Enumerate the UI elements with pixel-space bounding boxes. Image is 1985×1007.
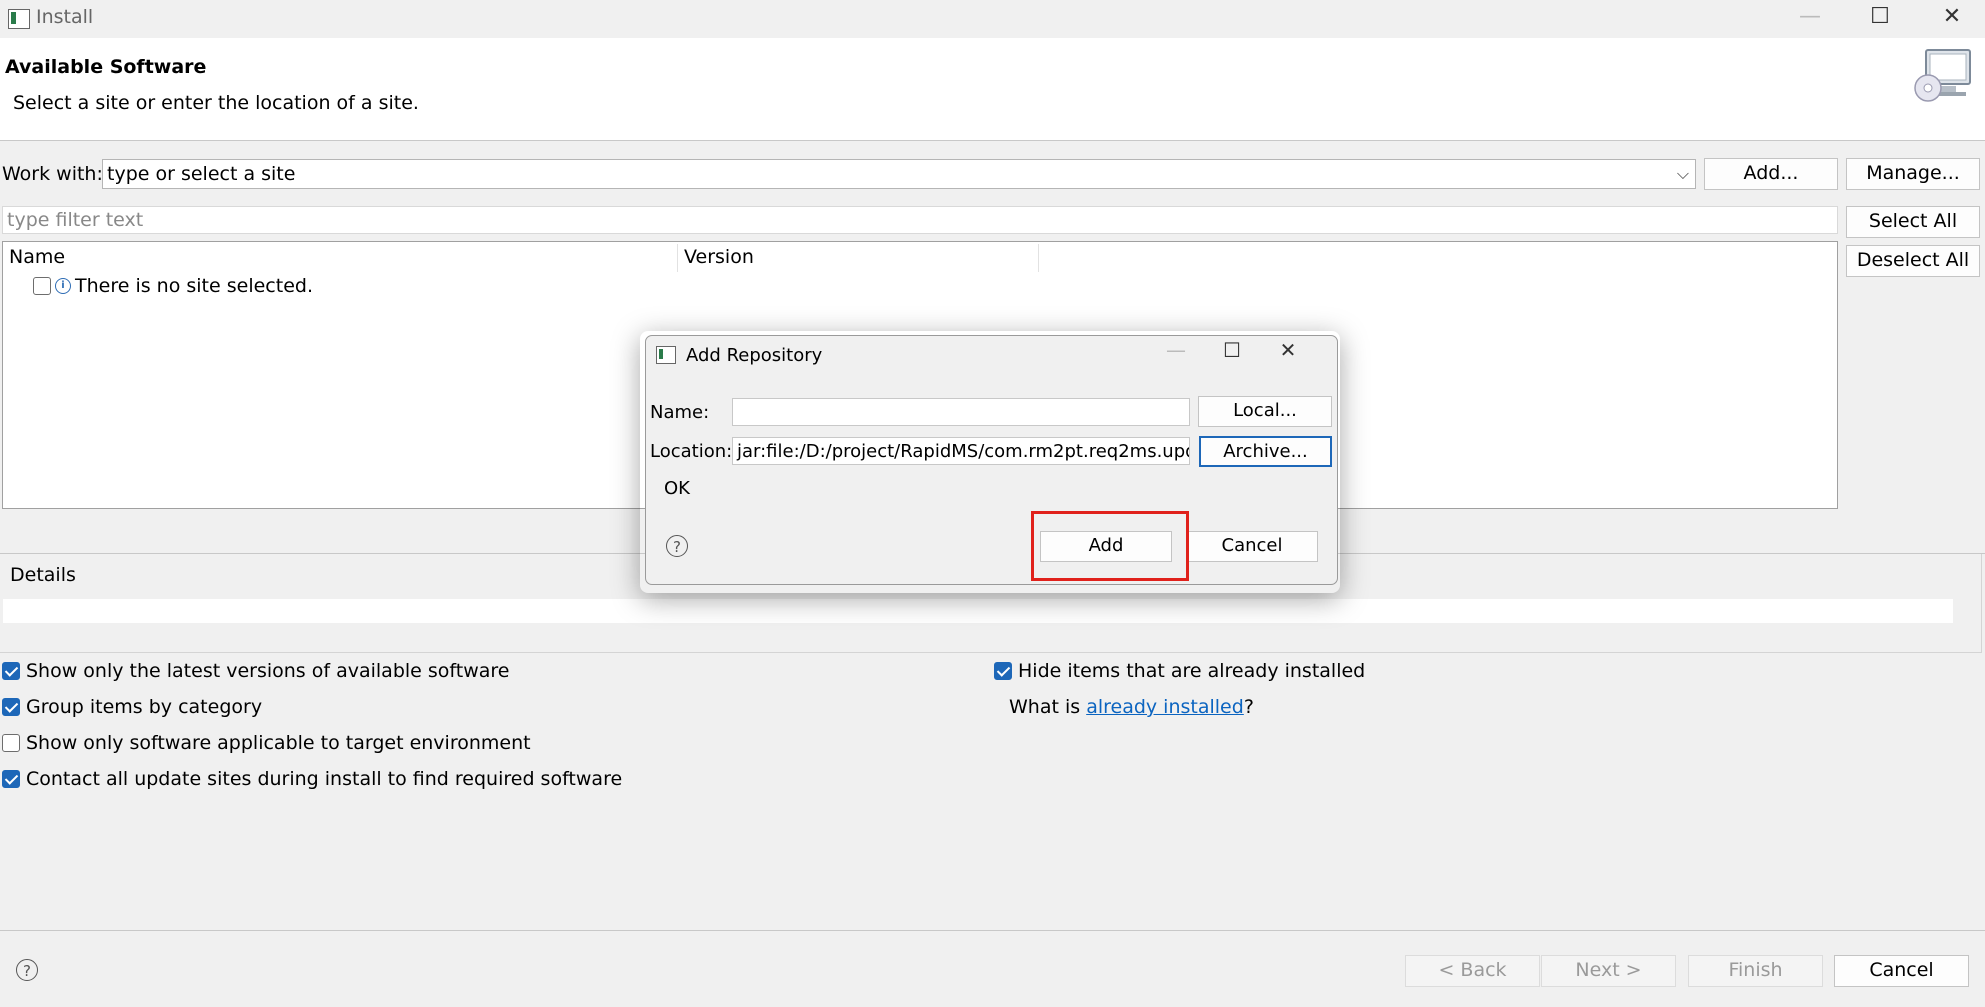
page-subtitle: Select a site or enter the location of a… (13, 92, 419, 114)
window-title: Install (36, 6, 94, 28)
app-icon (8, 9, 30, 29)
option-latest-versions[interactable]: Show only the latest versions of availab… (2, 660, 509, 682)
dialog-title: Add Repository (686, 345, 823, 366)
chevron-down-icon[interactable]: ⌵ (1677, 164, 1689, 184)
contact-sites-label: Contact all update sites during install … (26, 768, 623, 790)
option-group-by-category[interactable]: Group items by category (2, 696, 262, 718)
work-with-value: type or select a site (107, 163, 296, 185)
column-divider (1038, 244, 1039, 272)
work-with-combo[interactable]: type or select a site ⌵ (102, 159, 1696, 189)
highlight-box (1031, 511, 1189, 581)
minimize-icon[interactable]: — (1790, 4, 1830, 29)
dialog-status: OK (664, 478, 690, 499)
name-label: Name: (650, 402, 710, 423)
close-icon[interactable]: ✕ (1932, 4, 1972, 29)
group-by-category-label: Group items by category (26, 696, 263, 718)
hide-installed-label: Hide items that are already installed (1018, 660, 1366, 682)
already-installed-link[interactable]: already installed (1086, 696, 1244, 718)
tree-row-checkbox[interactable] (33, 277, 51, 295)
dialog-cancel-button[interactable]: Cancel (1186, 531, 1318, 562)
deselect-all-button[interactable]: Deselect All (1846, 245, 1980, 277)
back-button[interactable]: < Back (1405, 955, 1540, 987)
already-installed-line: What is already installed? (1009, 696, 1254, 718)
select-all-button[interactable]: Select All (1846, 206, 1980, 238)
maximize-icon[interactable]: ☐ (1860, 4, 1900, 29)
manage-sites-button[interactable]: Manage... (1846, 158, 1980, 190)
filter-input[interactable]: type filter text (2, 206, 1838, 234)
footer-divider (0, 930, 1985, 931)
info-icon: i (55, 278, 71, 294)
option-hide-installed[interactable]: Hide items that are already installed (994, 660, 1365, 682)
dialog-close-icon[interactable]: ✕ (1268, 338, 1308, 362)
add-repository-dialog: Add Repository — ☐ ✕ Name: Local... Loca… (645, 335, 1338, 585)
column-header-version[interactable]: Version (684, 246, 754, 268)
footer-cancel-button[interactable]: Cancel (1834, 955, 1969, 987)
dialog-app-icon (656, 346, 676, 364)
page-title: Available Software (5, 56, 207, 78)
details-label: Details (10, 564, 76, 586)
target-environment-label: Show only software applicable to target … (26, 732, 531, 754)
help-icon[interactable]: ? (16, 959, 38, 981)
archive-button[interactable]: Archive... (1199, 436, 1332, 467)
contact-sites-checkbox[interactable] (2, 770, 20, 788)
dialog-help-icon[interactable]: ? (666, 535, 688, 557)
local-button[interactable]: Local... (1198, 396, 1332, 427)
what-is-prefix: What is (1009, 696, 1087, 718)
group-by-category-checkbox[interactable] (2, 698, 20, 716)
add-site-button[interactable]: Add... (1704, 158, 1838, 190)
title-bar: Install — ☐ ✕ (0, 0, 1985, 38)
hide-installed-checkbox[interactable] (994, 662, 1012, 680)
wizard-header: Available Software Select a site or ente… (0, 38, 1985, 141)
option-contact-sites[interactable]: Contact all update sites during install … (2, 768, 622, 790)
finish-button[interactable]: Finish (1688, 955, 1823, 987)
work-with-label: Work with: (2, 163, 103, 185)
dialog-maximize-icon[interactable]: ☐ (1212, 338, 1252, 362)
tree-row[interactable]: i There is no site selected. (33, 275, 313, 297)
column-header-name[interactable]: Name (9, 246, 65, 268)
name-field[interactable] (732, 398, 1190, 426)
column-divider (677, 244, 678, 272)
latest-versions-label: Show only the latest versions of availab… (26, 660, 510, 682)
latest-versions-checkbox[interactable] (2, 662, 20, 680)
install-computer-icon (1914, 49, 1971, 102)
tree-row-message: There is no site selected. (75, 275, 313, 297)
target-environment-checkbox[interactable] (2, 734, 20, 752)
location-label: Location: (650, 441, 733, 462)
option-target-environment[interactable]: Show only software applicable to target … (2, 732, 531, 754)
dialog-minimize-icon[interactable]: — (1156, 338, 1196, 362)
location-field[interactable]: jar:file:/D:/project/RapidMS/com.rm2pt.r… (732, 437, 1190, 465)
details-text-area (3, 599, 1953, 623)
what-is-suffix: ? (1243, 696, 1254, 718)
next-button[interactable]: Next > (1541, 955, 1676, 987)
